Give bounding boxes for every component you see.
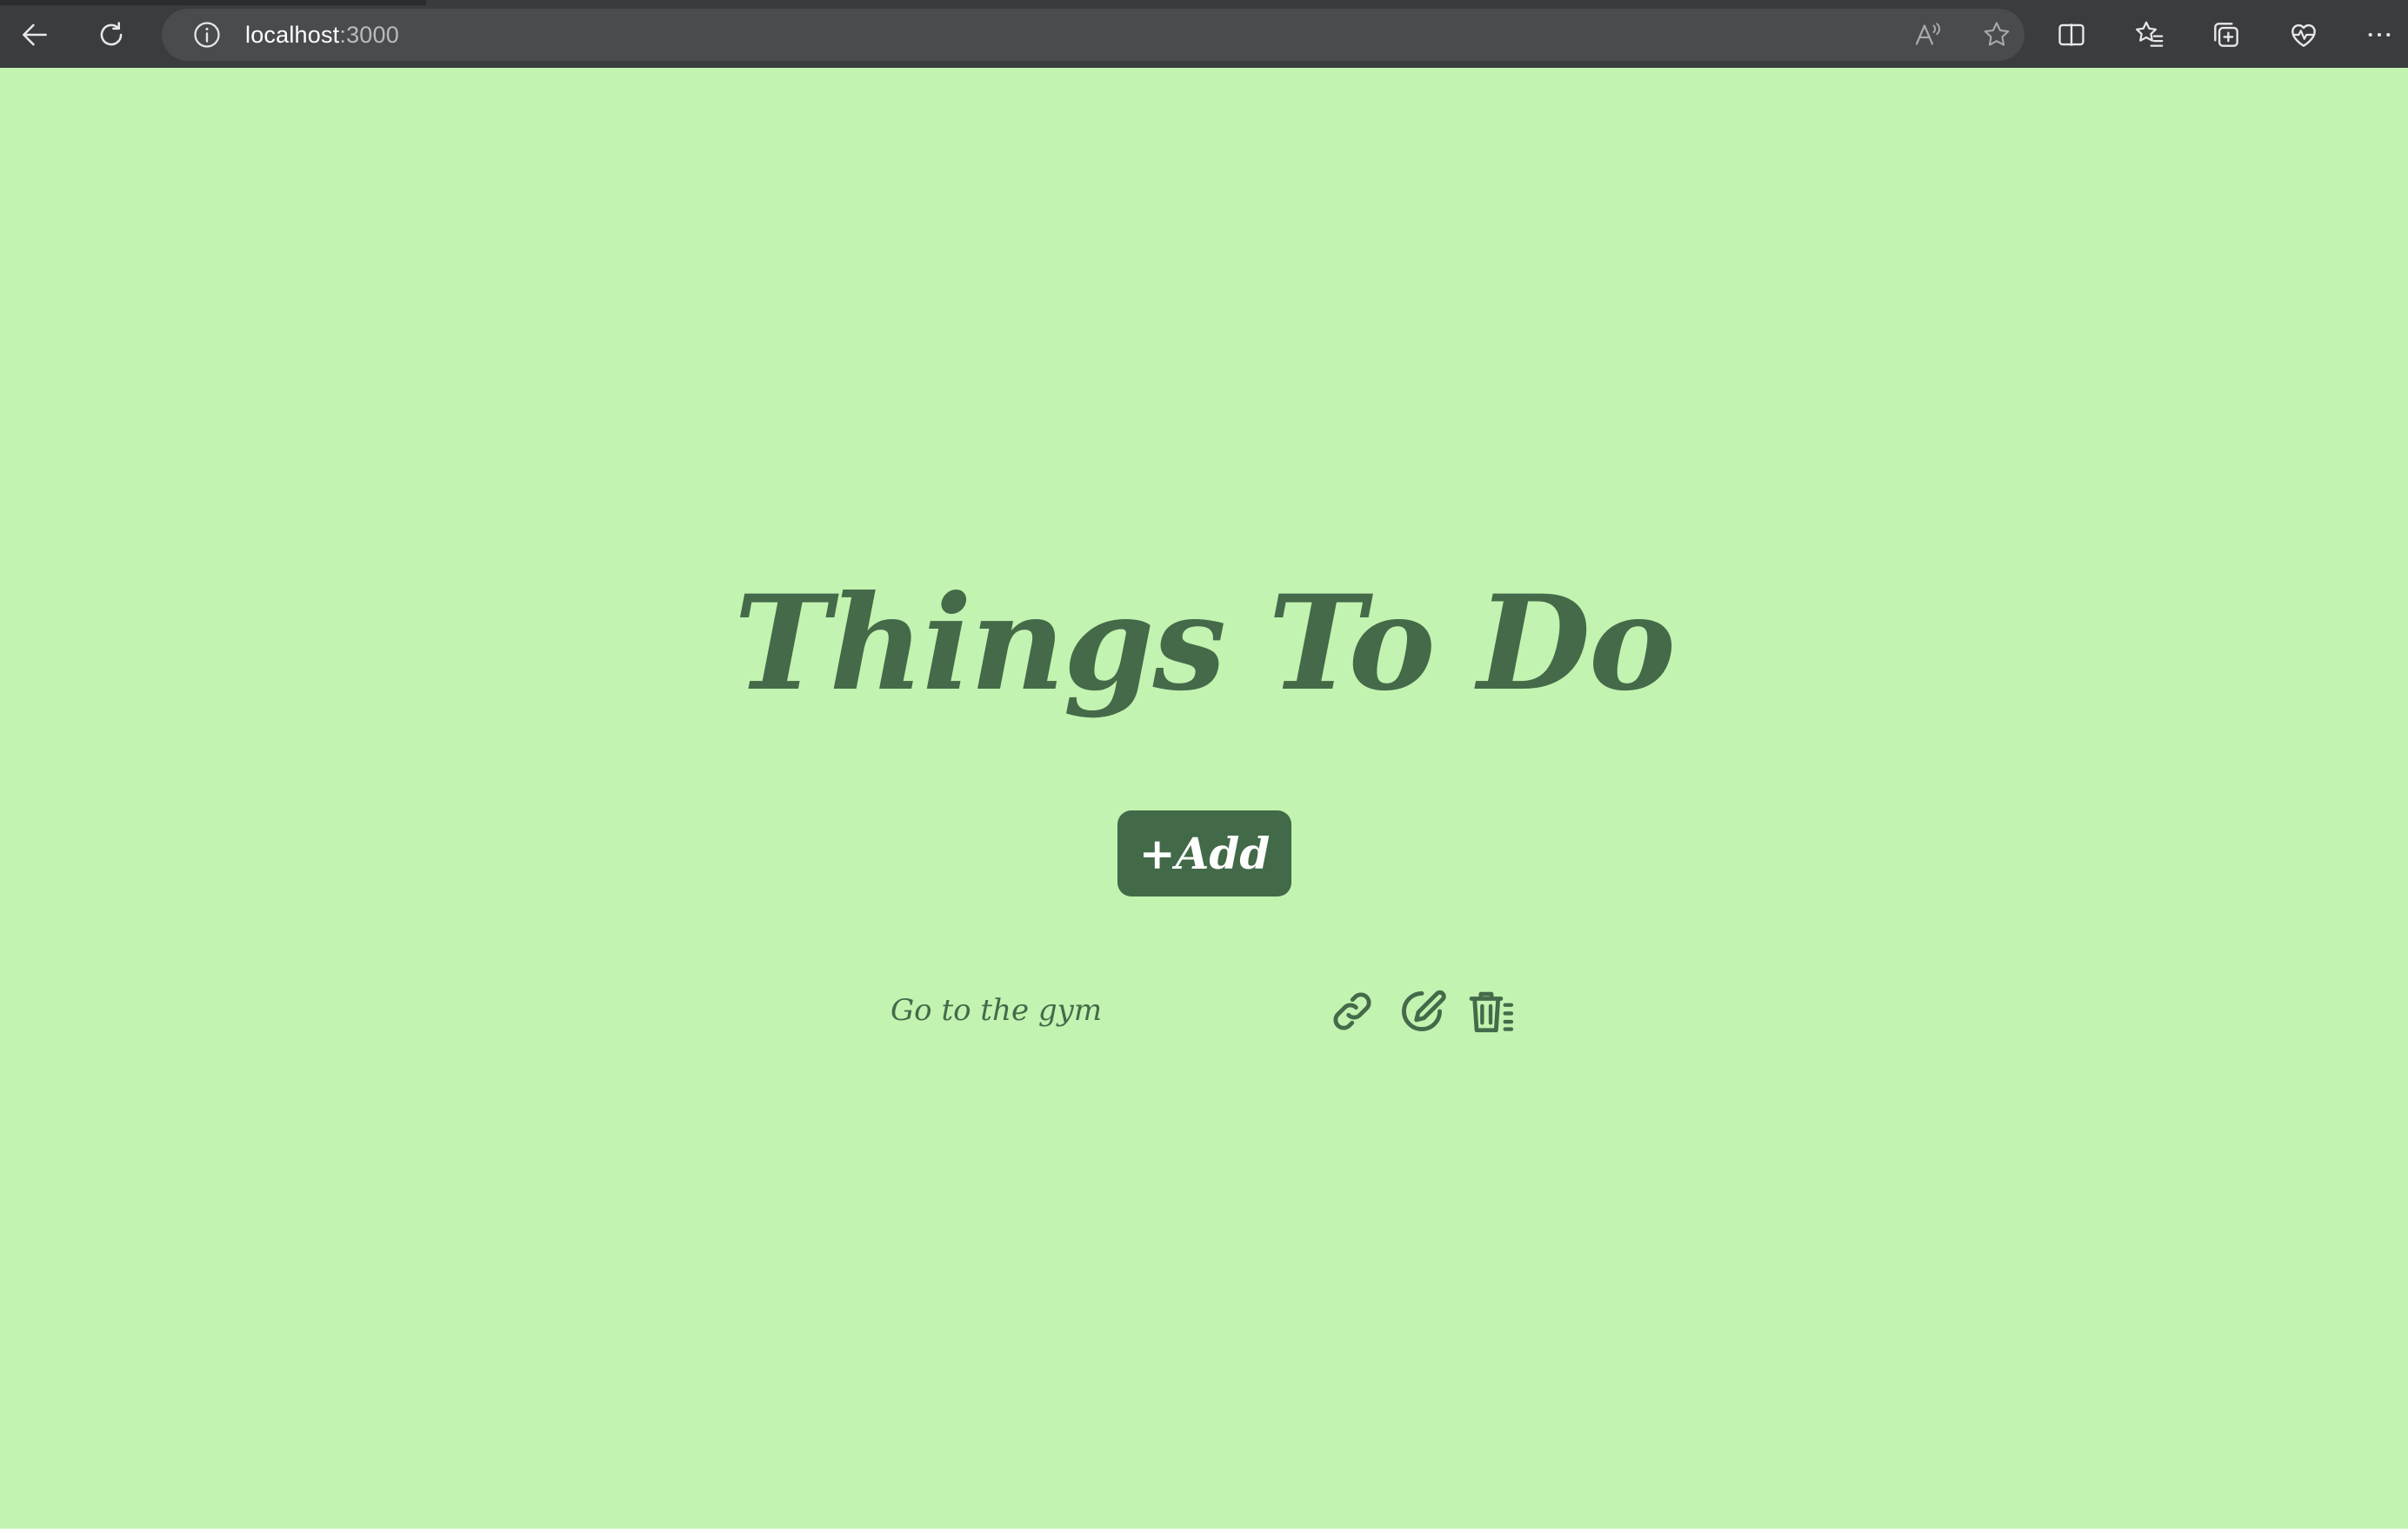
edit-button[interactable] — [1397, 986, 1447, 1036]
back-arrow-icon — [23, 23, 47, 46]
browser-essentials-button[interactable] — [2279, 10, 2328, 59]
add-button[interactable]: +Add — [1117, 810, 1291, 896]
todo-text: Go to the gym — [890, 993, 1103, 1028]
browser-toolbar: localhost:3000 — [0, 0, 2408, 68]
favorites-button[interactable] — [2125, 10, 2174, 59]
back-button[interactable] — [10, 10, 59, 59]
todo-item: Go to the gym — [887, 983, 1531, 1038]
tab-strip-edge — [0, 0, 426, 5]
more-button[interactable] — [2355, 10, 2404, 59]
refresh-button[interactable] — [87, 10, 136, 59]
collections-icon — [2214, 23, 2238, 47]
window-bottom-edge — [0, 1529, 2408, 1533]
split-screen-icon — [2058, 23, 2084, 46]
delete-icon — [1469, 991, 1514, 1033]
read-aloud-icon[interactable] — [1911, 19, 1943, 50]
url-text[interactable]: localhost:3000 — [245, 9, 399, 61]
url-host: localhost — [245, 22, 340, 48]
browser-essentials-icon — [2291, 23, 2316, 47]
favorites-list-icon — [2136, 21, 2164, 47]
address-bar[interactable]: localhost:3000 — [162, 9, 2024, 61]
collections-button[interactable] — [2202, 10, 2251, 59]
info-icon[interactable] — [191, 19, 223, 50]
delete-button[interactable] — [1466, 986, 1517, 1036]
url-port: :3000 — [339, 22, 399, 48]
star-icon[interactable] — [1981, 19, 2012, 50]
page-title: Things To Do — [733, 567, 1676, 720]
more-icon — [2368, 32, 2391, 37]
link-button[interactable] — [1327, 986, 1377, 1036]
split-screen-button[interactable] — [2047, 10, 2096, 59]
edit-icon — [1402, 990, 1446, 1031]
refresh-icon — [100, 22, 123, 46]
link-icon — [1333, 992, 1371, 1030]
